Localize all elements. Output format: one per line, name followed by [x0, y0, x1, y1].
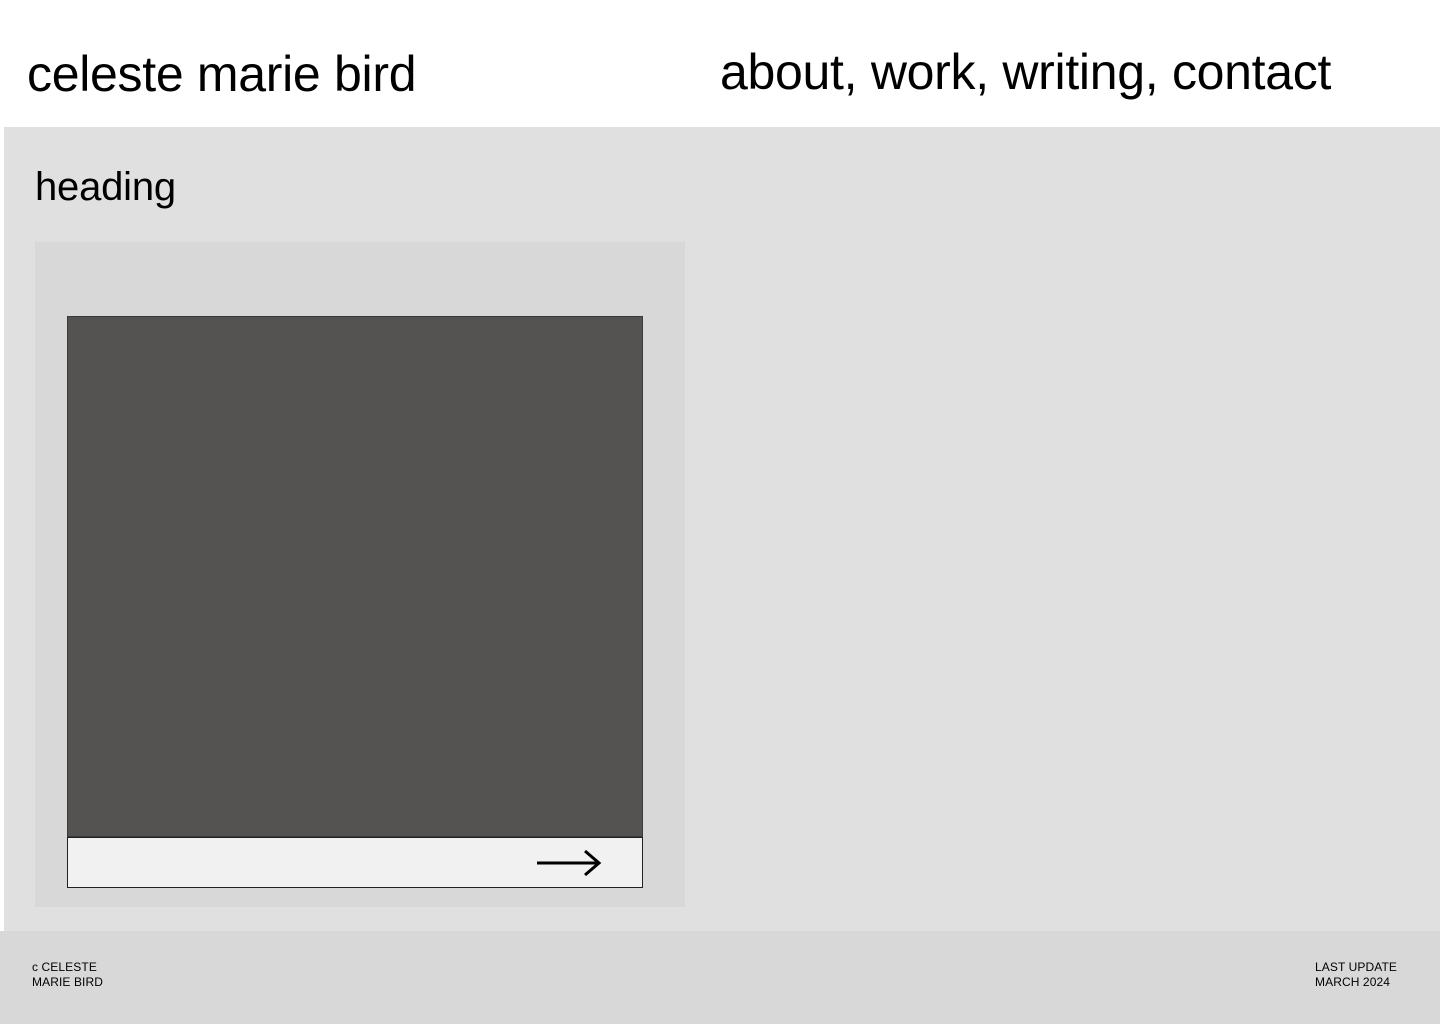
main-content: heading	[4, 127, 1440, 931]
nav-link-work[interactable]: work	[871, 44, 976, 100]
copyright-line-1: c CELESTE	[32, 960, 97, 974]
last-update-line-1: LAST UPDATE	[1315, 960, 1398, 974]
copyright-line-2: MARIE BIRD	[32, 975, 104, 989]
work-card	[35, 242, 685, 907]
last-update-text: LAST UPDATE MARCH 2024	[1315, 960, 1397, 990]
site-title[interactable]: celeste marie bird	[27, 44, 417, 104]
main-nav: about, work, writing, contact	[720, 42, 1331, 102]
nav-separator: ,	[975, 44, 1003, 100]
nav-separator: ,	[843, 44, 871, 100]
copyright-text: c CELESTE MARIE BIRD	[32, 960, 103, 990]
nav-link-about[interactable]: about	[720, 44, 844, 100]
last-update-line-2: MARCH 2024	[1315, 975, 1391, 989]
card-link-bar[interactable]	[67, 837, 643, 888]
card-image-placeholder[interactable]	[67, 316, 643, 837]
nav-separator: ,	[1144, 44, 1172, 100]
section-heading: heading	[35, 165, 176, 209]
arrow-right-icon[interactable]	[536, 849, 602, 877]
site-header: celeste marie bird about, work, writing,…	[0, 0, 1440, 127]
site-footer: c CELESTE MARIE BIRD LAST UPDATE MARCH 2…	[0, 931, 1440, 1024]
nav-link-contact[interactable]: contact	[1172, 44, 1331, 100]
nav-link-writing[interactable]: writing	[1002, 44, 1145, 100]
